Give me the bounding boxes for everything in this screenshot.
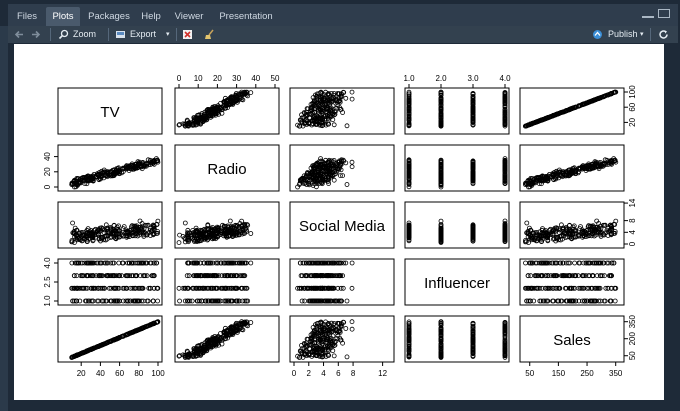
tab-help[interactable]: Help [138,7,164,26]
variable-label: TV [100,104,119,121]
refresh-icon[interactable] [658,29,669,40]
tab-plots[interactable]: Plots [46,7,80,26]
panel-frame [519,258,625,306]
forward-arrow-icon[interactable] [30,29,41,40]
pane-left-edge [0,26,8,411]
back-arrow-icon[interactable] [14,29,25,40]
panel-frame [289,258,395,306]
publish-button[interactable]: Publish [608,26,638,43]
zoom-button[interactable]: Zoom [73,26,96,43]
plots-toolbar: Zoom Export ▾ Publish ▾ [8,26,678,43]
tab-packages[interactable]: Packages [86,7,132,26]
tab-presentation[interactable]: Presentation [214,7,278,26]
panel-frame [404,87,510,135]
panel-frame [174,258,280,306]
panel-frame [57,258,163,306]
pane-tab-bar: Files Plots Packages Help Viewer Present… [8,4,678,27]
pairs-scatter-matrix: TVRadioSocial MediaInfluencerSales0 10 20 3… [43,74,637,378]
maximize-pane-icon[interactable] [658,9,670,18]
minimize-pane-icon[interactable] [642,9,654,18]
variable-label: Radio [207,161,246,178]
panel-frame [404,315,510,363]
magnifier-icon[interactable] [58,29,69,40]
toolbar-separator [50,28,51,41]
toolbar-separator [650,28,651,41]
toolbar-separator [176,28,177,41]
export-dropdown-icon[interactable]: ▾ [166,26,170,43]
publish-icon[interactable] [592,29,603,40]
variable-label: Social Media [299,218,386,235]
remove-plot-icon[interactable] [182,29,193,40]
panel-frame [404,144,510,192]
tab-viewer[interactable]: Viewer [170,7,208,26]
export-button[interactable]: Export [130,26,156,43]
plot-area: TV Radio Social Media Influencer Sales 0 10 20 3… [14,44,664,400]
variable-label: Influencer [424,275,490,292]
export-icon[interactable] [115,29,126,40]
panel-frame [404,201,510,249]
tab-files[interactable]: Files [14,7,40,26]
broom-icon[interactable] [204,29,215,40]
publish-dropdown-icon[interactable]: ▾ [640,26,644,43]
toolbar-separator [108,28,109,41]
